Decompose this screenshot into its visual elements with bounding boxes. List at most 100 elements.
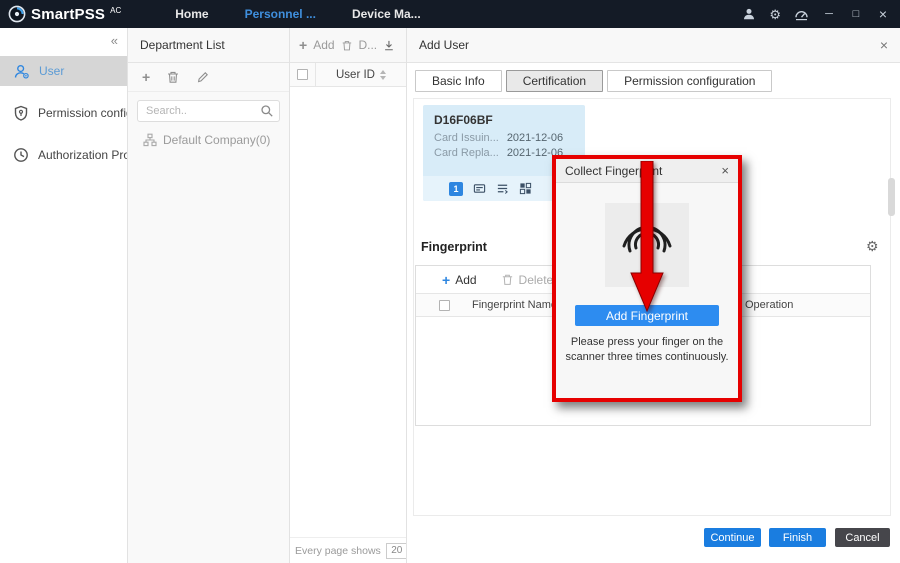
add-user-tabs: Basic Info Certification Permission conf… xyxy=(415,70,772,92)
sidebar-item-user[interactable]: User xyxy=(0,56,127,86)
search-icon[interactable] xyxy=(260,104,274,118)
settings-gear-icon[interactable]: ⚙ xyxy=(769,8,781,21)
tab-certification-label: Certification xyxy=(523,74,586,88)
operation-column-header: Operation xyxy=(735,299,870,311)
tree-item-default-company[interactable]: Default Company(0) xyxy=(128,127,289,147)
department-search xyxy=(137,100,280,122)
department-panel: Department List + xyxy=(128,28,290,563)
select-all-checkbox[interactable] xyxy=(297,69,308,80)
plus-icon: + xyxy=(442,273,450,287)
app-logo-icon xyxy=(8,5,26,23)
add-fingerprint-button[interactable]: Add Fingerprint xyxy=(575,305,719,326)
tab-basic-info-label: Basic Info xyxy=(432,74,485,88)
department-panel-title: Department List xyxy=(140,38,225,52)
page-size-label: Every page shows xyxy=(295,545,381,557)
gauge-icon[interactable] xyxy=(794,8,809,21)
tree-item-label: Default Company(0) xyxy=(163,133,270,147)
user-table-header: User ID xyxy=(290,63,406,87)
department-panel-header: Department List xyxy=(128,28,289,63)
maximize-button[interactable]: □ xyxy=(849,9,863,20)
edit-department-icon[interactable] xyxy=(196,70,210,84)
main-nav: Home Personnel ... Device Ma... xyxy=(157,0,438,28)
tab-basic-info[interactable]: Basic Info xyxy=(415,70,502,92)
fingerprint-select-all-cell xyxy=(416,300,472,311)
card-issue-date: 2021-12-06 xyxy=(507,132,563,144)
smartpss-window: SmartPSS AC Home Personnel ... Device Ma… xyxy=(0,0,900,563)
nav-tab-device[interactable]: Device Ma... xyxy=(334,7,439,21)
dialog-instruction: Please press your finger on the scanner … xyxy=(565,335,728,366)
tab-permission-configuration[interactable]: Permission configuration xyxy=(607,70,772,92)
main-area: « User Perm xyxy=(0,28,900,563)
fingerprint-image xyxy=(605,203,689,287)
close-window-button[interactable]: × xyxy=(876,7,890,21)
department-search-input[interactable] xyxy=(137,100,280,122)
dialog-instruction-line1: Please press your finger on the xyxy=(565,335,728,350)
sidebar-item-label: Permission config.. xyxy=(38,106,127,120)
add-fingerprint-toolbar-button[interactable]: + Add xyxy=(442,273,477,287)
add-user-icon[interactable]: + xyxy=(299,38,307,52)
trash-icon xyxy=(501,273,514,286)
dialog-body: Add Fingerprint Please press your finger… xyxy=(556,183,738,398)
sidebar-item-label: Authorization Prog... xyxy=(38,148,127,162)
page-size-input[interactable] xyxy=(386,543,406,559)
add-fingerprint-toolbar-label: Add xyxy=(455,273,476,287)
org-tree-icon xyxy=(143,133,157,147)
delete-user-label[interactable]: D... xyxy=(358,38,377,52)
add-user-title: Add User xyxy=(419,38,469,52)
user-table-body xyxy=(290,87,406,537)
fingerprint-section-title: Fingerprint xyxy=(421,240,487,254)
fingerprint-settings-gear-icon[interactable]: ⚙ xyxy=(866,238,879,255)
delete-fingerprint-toolbar-button[interactable]: Delete xyxy=(501,273,554,287)
tab-permission-configuration-label: Permission configuration xyxy=(624,74,755,88)
fingerprint-icon xyxy=(615,213,679,277)
sidebar: « User Perm xyxy=(0,28,128,563)
sidebar-item-label: User xyxy=(39,64,64,78)
card-op-more-icon[interactable] xyxy=(519,182,532,195)
card-op-replace-icon[interactable] xyxy=(496,182,509,195)
dialog-titlebar: Collect Fingerprint × xyxy=(556,159,738,183)
delete-department-icon[interactable] xyxy=(166,70,180,84)
dialog-close-icon[interactable]: × xyxy=(721,163,729,178)
vertical-scrollbar-thumb[interactable] xyxy=(888,178,895,216)
add-department-icon[interactable]: + xyxy=(142,70,150,84)
finish-button[interactable]: Finish xyxy=(769,528,826,547)
select-all-cell xyxy=(290,63,316,86)
app-logo: SmartPSS AC xyxy=(0,5,131,23)
close-panel-icon[interactable]: × xyxy=(880,37,888,53)
nav-tab-personnel[interactable]: Personnel ... xyxy=(227,7,334,21)
user-gear-icon xyxy=(13,63,30,80)
sidebar-item-permission-config[interactable]: Permission config.. xyxy=(0,98,127,128)
export-download-icon[interactable] xyxy=(383,39,395,52)
card-issue-label: Card Issuin... xyxy=(434,132,499,144)
delete-user-icon[interactable] xyxy=(341,39,353,52)
titlebar-actions: ⚙ ─ □ × xyxy=(742,7,900,21)
add-user-label[interactable]: Add xyxy=(313,38,334,52)
sidebar-item-authorization-progress[interactable]: Authorization Prog... xyxy=(0,140,127,170)
fingerprint-select-all-checkbox[interactable] xyxy=(439,300,450,311)
user-id-column-header[interactable]: User ID xyxy=(316,69,406,81)
user-list-panel: + Add D... User ID xyxy=(290,28,407,563)
card-replace-label: Card Repla... xyxy=(434,147,499,159)
app-name: SmartPSS xyxy=(31,6,105,23)
user-id-column-label: User ID xyxy=(336,69,375,81)
sort-icon[interactable] xyxy=(380,70,386,80)
collect-fingerprint-dialog: Collect Fingerprint × Add Fin xyxy=(556,159,738,398)
titlebar: SmartPSS AC Home Personnel ... Device Ma… xyxy=(0,0,900,28)
add-user-header: Add User × xyxy=(407,28,900,63)
clock-icon xyxy=(13,147,29,163)
dialog-title: Collect Fingerprint xyxy=(565,164,662,178)
sidebar-items: User Permission config.. Authorizat xyxy=(0,28,127,170)
sidebar-collapse-icon[interactable]: « xyxy=(111,33,118,48)
continue-button[interactable]: Continue xyxy=(704,528,761,547)
card-issue-row: Card Issuin... 2021-12-06 xyxy=(423,132,585,147)
main-card-badge[interactable]: 1 xyxy=(449,182,463,196)
cancel-button[interactable]: Cancel xyxy=(835,528,890,547)
minimize-button[interactable]: ─ xyxy=(822,9,836,20)
tab-certification[interactable]: Certification xyxy=(506,70,603,92)
user-account-icon[interactable] xyxy=(742,7,756,21)
annotation-highlight-box: Collect Fingerprint × Add Fin xyxy=(552,155,742,402)
user-list-toolbar: + Add D... xyxy=(290,28,406,63)
card-number: D16F06BF xyxy=(423,105,585,132)
card-op-loss-icon[interactable] xyxy=(473,182,486,195)
nav-tab-home[interactable]: Home xyxy=(157,7,226,21)
